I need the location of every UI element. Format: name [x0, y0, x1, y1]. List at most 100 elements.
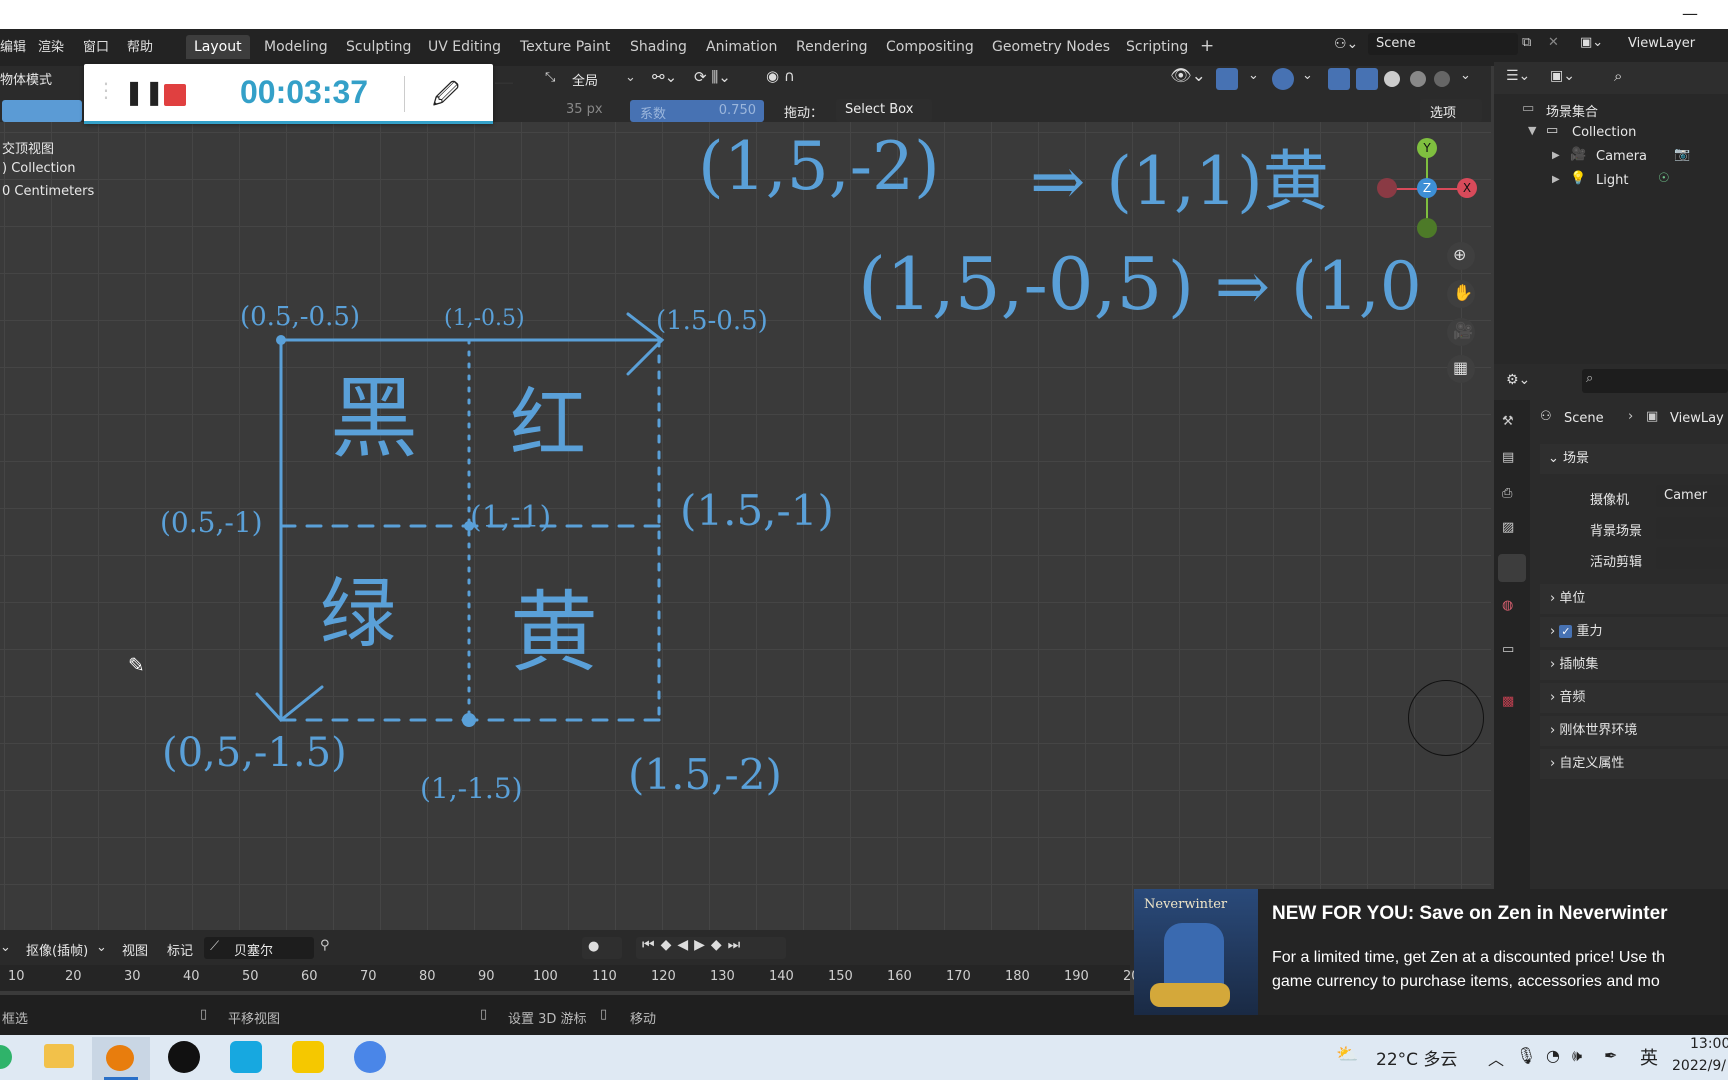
search-icon[interactable]: ⌕ [1614, 67, 1622, 85]
blender-taskbar-item[interactable] [92, 1037, 150, 1080]
gravity-checkbox[interactable]: ✓ [1559, 625, 1573, 638]
light-data-icon[interactable]: ☉ [1658, 171, 1670, 186]
custom-properties-panel[interactable]: › 自定义属性 [1540, 749, 1728, 779]
camera-field[interactable]: Camer [1656, 485, 1728, 507]
menu-edit[interactable]: 编辑 [0, 36, 26, 55]
chevron-down-icon[interactable]: ⌄ [625, 70, 636, 85]
units-panel[interactable]: › 单位 [1540, 584, 1728, 614]
collection-tab-icon[interactable]: ▭ [1502, 642, 1514, 657]
tab-modeling[interactable]: Modeling [264, 39, 328, 55]
pivot-icon[interactable]: ⚯⌄ [652, 68, 677, 86]
scene-selector-icon[interactable]: ⚇⌄ [1334, 36, 1358, 52]
camera-data-icon[interactable]: 📷 [1674, 147, 1690, 162]
gizmo-toggle-icon[interactable] [1216, 68, 1238, 90]
tab-rendering[interactable]: Rendering [796, 39, 868, 55]
scene-section-header[interactable]: ⌄ 场景 [1540, 444, 1728, 474]
gizmo-x-axis[interactable]: X [1457, 178, 1477, 198]
viewlayer-selector-icon[interactable]: ▣⌄ [1580, 35, 1603, 50]
weather-text[interactable]: 22°C 多云 [1376, 1045, 1457, 1070]
delete-scene-icon[interactable]: ✕ [1548, 35, 1559, 50]
expand-arrow-icon[interactable]: ▼ [1528, 124, 1536, 137]
transform-orientation-dropdown[interactable]: 全局 [572, 70, 598, 89]
minimize-recorder-icon[interactable]: — [494, 70, 514, 94]
render-tab-icon[interactable]: ▤ [1502, 450, 1514, 465]
stop-icon[interactable] [164, 84, 186, 106]
view-layer-tab-icon[interactable]: ▨ [1502, 520, 1514, 535]
app-store-icon[interactable] [230, 1041, 262, 1073]
chevron-down-icon[interactable]: ⌄ [1248, 68, 1259, 83]
grid-toggle-icon[interactable]: ▦ [1447, 355, 1475, 383]
chevron-down-icon[interactable]: ⌄ [96, 940, 107, 955]
camera-view-icon[interactable]: 🎥 [1447, 318, 1475, 346]
microphone-icon[interactable]: 🎙 [1516, 1046, 1536, 1065]
output-tab-icon[interactable]: ⎙ [1502, 486, 1512, 501]
pen-tool-icon[interactable]: 🖉 [432, 76, 460, 120]
scene-tab-icon[interactable] [1498, 554, 1526, 582]
tray-expand-icon[interactable]: ︿ [1488, 1046, 1504, 1070]
expand-arrow-icon[interactable]: ▶ [1552, 150, 1560, 161]
scene-name-field[interactable]: Scene [1368, 33, 1518, 55]
viewlayer-name-field[interactable]: ViewLayer [1620, 33, 1728, 55]
drag-handle-icon[interactable]: ⋮ [96, 78, 116, 102]
outliner-item-camera[interactable]: Camera [1596, 149, 1647, 164]
tab-geometry-nodes[interactable]: Geometry Nodes [992, 39, 1110, 55]
copy-scene-icon[interactable]: ⧉ [1522, 35, 1531, 50]
clock-time[interactable]: 13:00 [1690, 1036, 1728, 1052]
tab-sculpting[interactable]: Sculpting [346, 39, 411, 55]
notes-app-icon[interactable] [292, 1041, 324, 1073]
snap-icon[interactable]: ⟳ ⫼⌄ [694, 68, 731, 86]
properties-search-input[interactable]: ⌕ [1582, 369, 1728, 393]
interpolation-dropdown[interactable]: ⟋ 贝塞尔 [204, 937, 314, 959]
strength-slider[interactable]: 系数 0.750 [630, 100, 764, 122]
tab-compositing[interactable]: Compositing [886, 39, 974, 55]
chevron-down-icon[interactable]: ⌄ [1302, 68, 1313, 83]
transform-orientation-icon[interactable]: ⤡ [545, 70, 555, 85]
editor-type-icon[interactable]: ☰⌄ [1506, 68, 1530, 84]
rendered-shading-icon[interactable] [1434, 71, 1450, 87]
timeline-marker-menu[interactable]: 标记 [167, 940, 193, 959]
screen-recorder-widget[interactable]: ⋮ ❚❚ 00:03:37 🖉 — [84, 64, 514, 124]
gizmo-neg-x[interactable] [1377, 178, 1397, 198]
world-tab-icon[interactable]: ◍ [1502, 598, 1513, 613]
keying-dropdown[interactable]: 抠像(插帧) [26, 940, 88, 959]
solid-shading-icon[interactable] [1384, 71, 1400, 87]
clock-date[interactable]: 2022/9/ [1672, 1058, 1726, 1074]
menu-render[interactable]: 渲染 [38, 36, 64, 55]
unreal-engine-icon[interactable] [168, 1041, 200, 1073]
timeline-view-menu[interactable]: 视图 [122, 940, 148, 959]
pan-hand-icon[interactable]: ✋ [1447, 280, 1475, 308]
tab-scripting[interactable]: Scripting [1126, 39, 1188, 55]
tab-uv-editing[interactable]: UV Editing [428, 39, 501, 55]
visibility-icon[interactable]: 👁⌄ [1170, 66, 1206, 86]
radius-field[interactable]: 35 px [566, 102, 603, 117]
recorder-app-icon[interactable] [354, 1041, 386, 1073]
outliner-item-collection[interactable]: Collection [1572, 125, 1636, 140]
chevron-down-icon[interactable]: ⌄ [0, 940, 11, 955]
gravity-panel[interactable]: › ✓ 重力 [1540, 617, 1728, 647]
active-tool-swatch[interactable] [2, 100, 82, 122]
audio-panel[interactable]: › 音频 [1540, 683, 1728, 713]
tab-animation[interactable]: Animation [706, 39, 777, 55]
tool-tab-icon[interactable]: ⚒ [1502, 414, 1514, 429]
background-scene-field[interactable] [1656, 517, 1728, 539]
file-explorer-icon[interactable] [44, 1044, 74, 1068]
weather-icon[interactable]: ⛅ [1336, 1044, 1358, 1065]
texture-tab-icon[interactable]: ▩ [1502, 694, 1514, 709]
pause-icon[interactable]: ❚❚ [124, 78, 164, 106]
add-workspace-icon[interactable]: + [1200, 36, 1214, 56]
speaker-icon[interactable]: 🕪 [1572, 1046, 1582, 1066]
zoom-icon[interactable]: ⊕ [1447, 242, 1475, 270]
outliner-item-light[interactable]: Light [1596, 173, 1628, 188]
tab-shading[interactable]: Shading [630, 39, 687, 55]
overlay-toggle-icon[interactable] [1272, 68, 1294, 90]
options-dropdown[interactable]: 选项 [1420, 99, 1482, 122]
proportional-edit-icon[interactable]: ◉ ∩ [766, 67, 795, 85]
drag-dropdown[interactable]: Select Box [836, 99, 932, 122]
playback-controls[interactable]: ⏮◆◀▶◆⏭ [636, 937, 786, 959]
pen-icon[interactable]: ✒ [1604, 1046, 1617, 1065]
keying-sets-panel[interactable]: › 插帧集 [1540, 650, 1728, 680]
tab-layout[interactable]: Layout [186, 35, 250, 59]
gizmo-y-axis[interactable]: Y [1417, 138, 1437, 158]
wireframe-shading-icon[interactable] [1356, 68, 1378, 90]
wifi-icon[interactable]: ◔ [1546, 1046, 1560, 1065]
